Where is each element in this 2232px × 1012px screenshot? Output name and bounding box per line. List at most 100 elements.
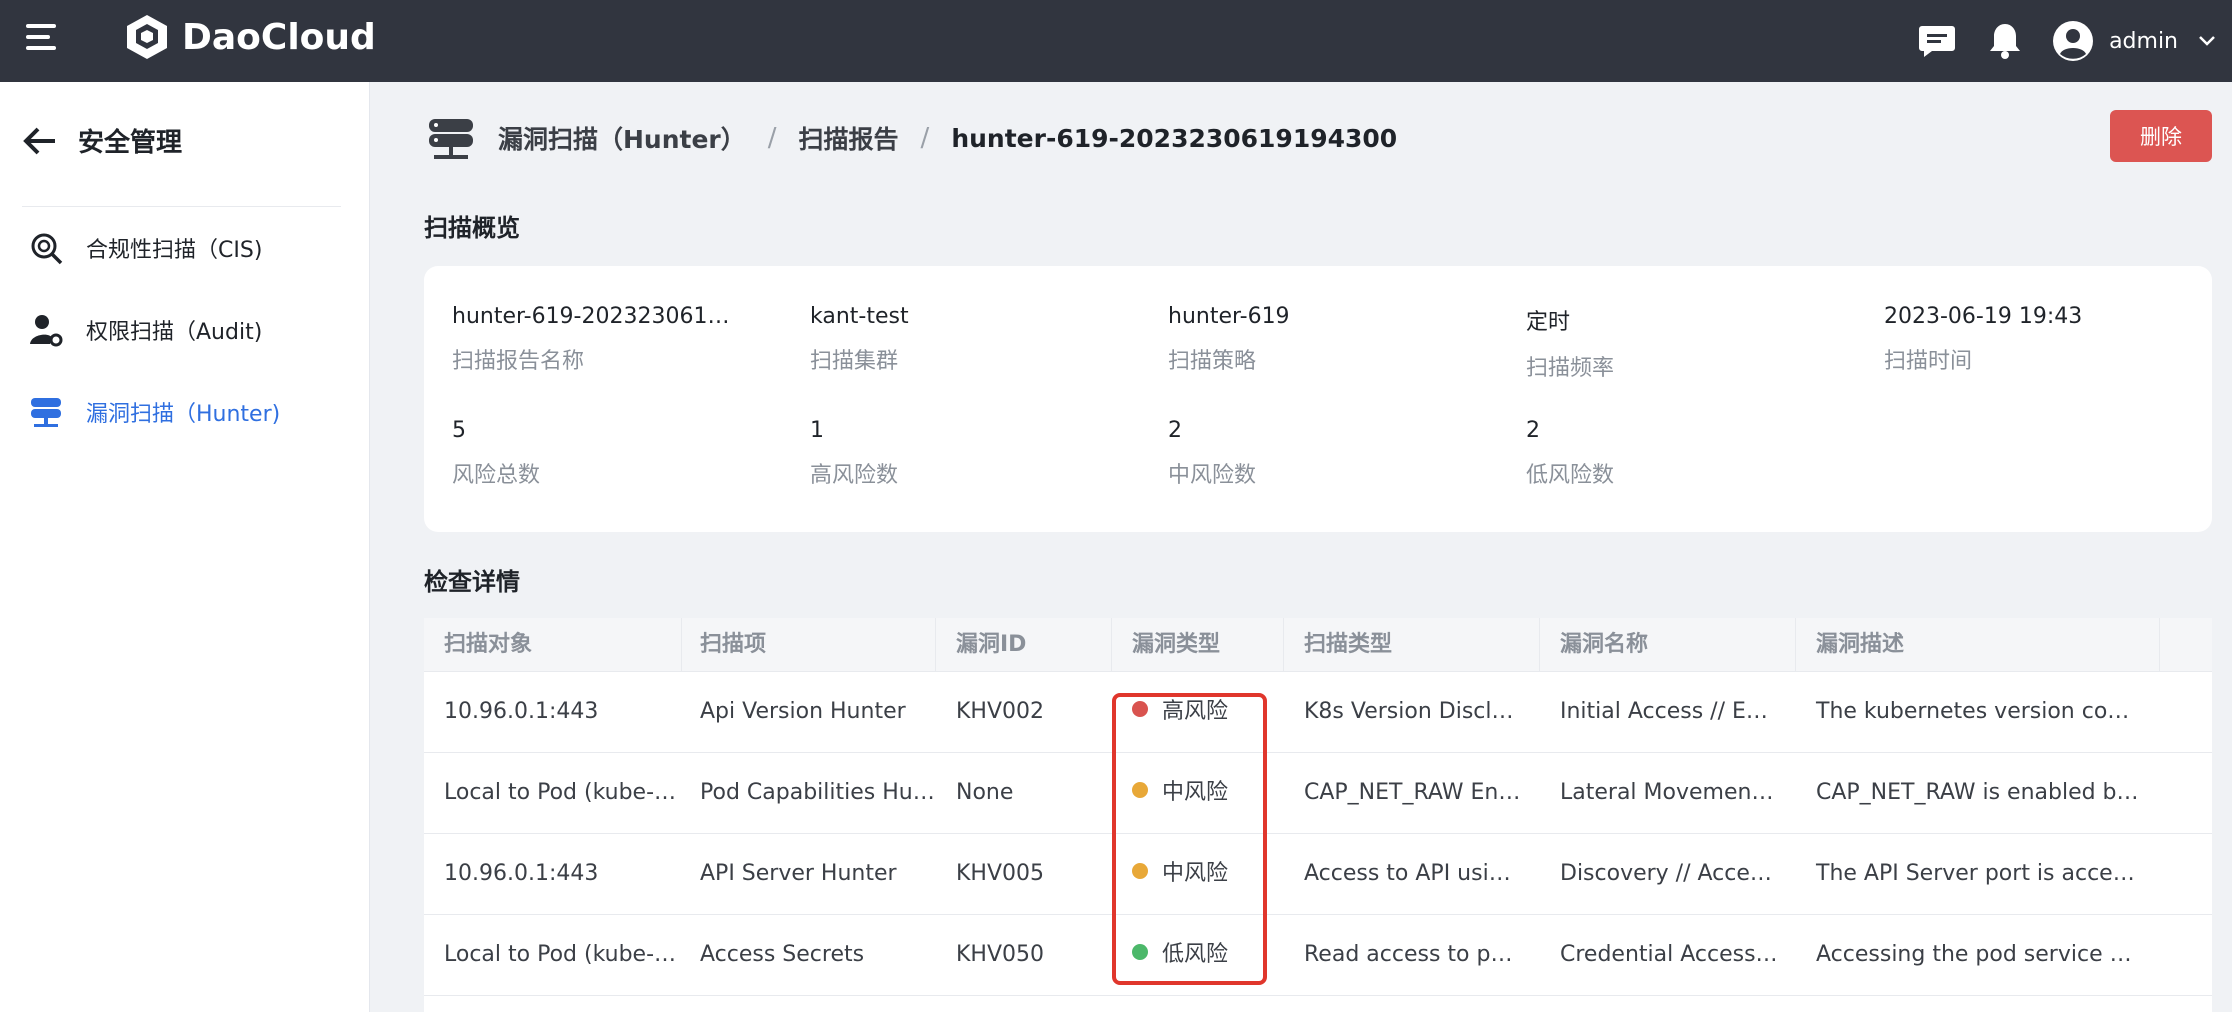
overview-field: 2023-06-19 19:43 扫描时间 xyxy=(1884,304,2214,375)
risk-label: 中风险 xyxy=(1162,861,1229,886)
scan-type: CAP_NET_RAW Enabled xyxy=(1304,780,1524,805)
brand-logo[interactable]: DaoCloud xyxy=(122,12,376,62)
frequency-value: 定时 xyxy=(1526,310,1571,335)
breadcrumb-separator: / xyxy=(767,123,777,153)
overview-field: 5 风险总数 xyxy=(452,418,782,489)
scan-target: 10.96.0.1:443 xyxy=(444,861,599,886)
user-gear-icon xyxy=(30,315,63,347)
message-icon[interactable] xyxy=(1915,19,1959,63)
sidebar-item-label: 权限扫描（Audit) xyxy=(86,320,263,345)
scan-item: Pod Capabilities Hunter xyxy=(700,780,936,805)
breadcrumb-current: hunter-619-2023230619194300 xyxy=(951,123,1398,153)
high-risk-value: 1 xyxy=(810,418,824,443)
bell-icon[interactable] xyxy=(1983,19,2027,63)
risk-dot xyxy=(1132,944,1148,960)
server-stack-icon xyxy=(31,398,61,427)
overview-field: hunter-619-2023230619194300 扫描报告名称 xyxy=(452,304,782,375)
top-navbar: DaoCloud admin xyxy=(0,0,2232,82)
scan-item: Api Version Hunter xyxy=(700,699,906,724)
sidebar-item-label: 漏洞扫描（Hunter) xyxy=(86,402,281,427)
sidebar-title: 安全管理 xyxy=(78,128,183,158)
details-title: 检查详情 xyxy=(424,568,520,596)
scan-item: Access Secrets xyxy=(700,942,865,967)
policy-value: hunter-619 xyxy=(1168,304,1290,329)
column-header[interactable]: 扫描类型 xyxy=(1284,618,1540,672)
sidebar-item-hunter[interactable]: 漏洞扫描（Hunter) xyxy=(28,394,280,430)
vuln-desc: CAP_NET_RAW is enabled by default for po… xyxy=(1816,780,2142,805)
column-header[interactable]: 扫描对象 xyxy=(424,618,682,672)
sidebar-item-label: 合规性扫描（CIS) xyxy=(86,238,263,263)
sidebar: 安全管理 合规性扫描（CIS) 权限扫描（Audit) 漏洞扫描（Hunter) xyxy=(0,82,370,1012)
search-scan-icon xyxy=(31,233,63,265)
overview-field: 定时 扫描频率 xyxy=(1526,304,1856,382)
risk-label: 高风险 xyxy=(1162,699,1229,724)
overview-card: hunter-619-2023230619194300 扫描报告名称 kant-… xyxy=(424,266,2212,532)
breadcrumb-hunter[interactable]: 漏洞扫描（Hunter） xyxy=(498,120,746,156)
scan-target: 10.96.0.1:443 xyxy=(444,699,599,724)
scan-type: K8s Version Disclosure xyxy=(1304,699,1524,724)
back-button[interactable]: 安全管理 xyxy=(22,122,182,159)
chevron-down-icon[interactable] xyxy=(2192,19,2222,63)
high-risk-label: 高风险数 xyxy=(810,463,899,488)
risk-dot xyxy=(1132,782,1148,798)
overview-field: 2 中风险数 xyxy=(1168,418,1498,489)
cluster-label: 扫描集群 xyxy=(810,349,899,374)
scan-time-label: 扫描时间 xyxy=(1884,349,1973,374)
scan-item: API Server Hunter xyxy=(700,861,897,886)
column-header[interactable]: 漏洞类型 xyxy=(1112,618,1284,672)
overview-field: hunter-619 扫描策略 xyxy=(1168,304,1498,375)
scan-type: Access to API using service account toke… xyxy=(1304,861,1524,886)
medium-risk-value: 2 xyxy=(1168,418,1182,443)
vuln-name: Lateral Movement // ARP poisoning and IP… xyxy=(1560,780,1780,805)
scan-time-value: 2023-06-19 19:43 xyxy=(1884,304,2083,329)
sidebar-divider xyxy=(22,206,341,207)
table-header: 扫描对象 扫描项 漏洞ID 漏洞类型 扫描类型 漏洞名称 漏洞描述 xyxy=(424,618,2212,672)
report-name-value: hunter-619-2023230619194300 xyxy=(452,304,742,329)
table-row[interactable]: Local to Pod (kube-hunter) Pod Capabilit… xyxy=(424,753,2212,834)
delete-button[interactable]: 删除 xyxy=(2110,110,2212,162)
table-row[interactable]: Local to Pod (kube-hunter) Access Secret… xyxy=(424,915,2212,996)
vuln-id: KHV050 xyxy=(956,942,1045,967)
column-header[interactable]: 扫描项 xyxy=(680,618,936,672)
brand-name: DaoCloud xyxy=(182,16,376,58)
vuln-name: Discovery // Access the K8S API Server xyxy=(1560,861,1780,886)
server-stack-icon xyxy=(429,119,473,159)
vuln-id: KHV002 xyxy=(956,699,1045,724)
medium-risk-label: 中风险数 xyxy=(1168,463,1257,488)
vuln-id: KHV005 xyxy=(956,861,1045,886)
risk-status: 低风险 xyxy=(1112,915,1284,995)
overview-field: kant-test 扫描集群 xyxy=(810,304,1140,375)
table-row[interactable]: 10.96.0.1:443 Api Version Hunter KHV002 … xyxy=(424,672,2212,753)
risk-status: 中风险 xyxy=(1112,753,1284,833)
risk-dot xyxy=(1132,701,1148,717)
column-header[interactable]: 漏洞ID xyxy=(936,618,1112,672)
breadcrumb-reports[interactable]: 扫描报告 xyxy=(799,120,899,156)
table-row[interactable]: 10.96.0.1:443 API Server Hunter KHV005 中… xyxy=(424,834,2212,915)
overview-field: 1 高风险数 xyxy=(810,418,1140,489)
vuln-name: Credential Access // Access container se… xyxy=(1560,942,1780,967)
details-table: 扫描对象 扫描项 漏洞ID 漏洞类型 扫描类型 漏洞名称 漏洞描述 10.96.… xyxy=(424,618,2212,1012)
arrow-left-icon xyxy=(23,127,55,154)
column-header[interactable]: 漏洞名称 xyxy=(1540,618,1796,672)
sidebar-item-cis[interactable]: 合规性扫描（CIS) xyxy=(28,230,262,266)
daocloud-logo-icon xyxy=(127,15,167,59)
low-risk-value: 2 xyxy=(1526,418,1540,443)
vuln-desc: The API Server port is accessible xyxy=(1816,861,2142,886)
vuln-desc: The kubernetes version could be obtained… xyxy=(1816,699,2142,724)
risk-status: 高风险 xyxy=(1112,672,1284,752)
scan-target: Local to Pod (kube-hunter) xyxy=(444,942,680,967)
report-name-label: 扫描报告名称 xyxy=(452,349,585,374)
breadcrumb-separator: / xyxy=(920,123,930,153)
risk-label: 中风险 xyxy=(1162,780,1229,805)
risk-label: 低风险 xyxy=(1162,942,1229,967)
vuln-desc: Accessing the pod service account token xyxy=(1816,942,2142,967)
overview-field: 2 低风险数 xyxy=(1526,418,1856,489)
low-risk-label: 低风险数 xyxy=(1526,463,1615,488)
hamburger-menu-icon[interactable] xyxy=(26,24,60,58)
column-header-actions xyxy=(2160,618,2212,672)
risk-dot xyxy=(1132,863,1148,879)
sidebar-item-audit[interactable]: 权限扫描（Audit) xyxy=(28,312,262,348)
user-avatar-icon[interactable] xyxy=(2051,19,2095,63)
user-name[interactable]: admin xyxy=(2109,29,2178,54)
column-header[interactable]: 漏洞描述 xyxy=(1796,618,2160,672)
